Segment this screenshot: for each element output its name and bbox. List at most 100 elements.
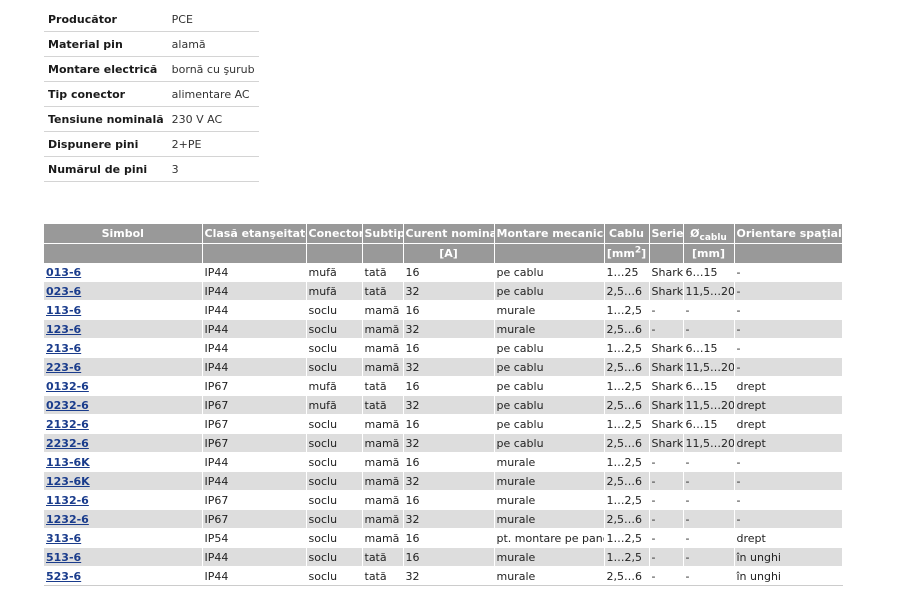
- product-link[interactable]: 1232-6: [46, 513, 89, 526]
- cell-orientation: drept: [734, 414, 842, 434]
- cell-series: -: [649, 490, 683, 510]
- table-row: 123-6 IP44 soclu mamă 32 murale 2,5…6- - -: [44, 319, 842, 339]
- product-link[interactable]: 0132-6: [46, 380, 89, 393]
- product-link[interactable]: 223-6: [46, 361, 81, 374]
- cell-mounting: pe cablu: [494, 433, 604, 453]
- product-link[interactable]: 523-6: [46, 570, 81, 583]
- product-link[interactable]: 123-6: [46, 323, 81, 336]
- product-link[interactable]: 013-6: [46, 266, 81, 279]
- cell-diameter: 11,5…20: [683, 433, 734, 453]
- cell-seal-class: IP44: [202, 566, 306, 586]
- cell-series: Shark: [649, 414, 683, 434]
- cell-subtype: tată: [362, 395, 403, 415]
- cell-seal-class: IP67: [202, 376, 306, 396]
- cell-diameter: -: [683, 452, 734, 472]
- spec-row: Montare electrică bornă cu şurub: [44, 56, 259, 82]
- cell-seal-class: IP44: [202, 357, 306, 377]
- cell-symbol: 113-6K: [44, 452, 202, 472]
- cell-subtype: mamă: [362, 528, 403, 548]
- cell-symbol: 113-6: [44, 300, 202, 320]
- cell-symbol: 1232-6: [44, 509, 202, 529]
- cell-symbol: 123-6: [44, 319, 202, 339]
- spec-row: Producător PCE: [44, 7, 259, 32]
- cell-symbol: 223-6: [44, 357, 202, 377]
- product-link[interactable]: 023-6: [46, 285, 81, 298]
- cell-seal-class: IP67: [202, 395, 306, 415]
- product-link[interactable]: 213-6: [46, 342, 81, 355]
- col-header-cable: Cablu: [604, 224, 650, 244]
- product-link[interactable]: 1132-6: [46, 494, 89, 507]
- col-header-seal-class: Clasă etanşeitate: [202, 224, 307, 244]
- cell-connector: soclu: [306, 490, 362, 510]
- cell-series: Shark: [649, 281, 683, 301]
- product-link[interactable]: 123-6K: [46, 475, 90, 488]
- units-row: [A] [mm2] [mm]: [44, 243, 843, 263]
- cell-cable: 1…2,5: [604, 376, 649, 396]
- header-row: Simbol Clasă etanşeitate Conector Subtip…: [44, 224, 843, 244]
- cell-subtype: mamă: [362, 433, 403, 453]
- product-link[interactable]: 0232-6: [46, 399, 89, 412]
- cell-connector: soclu: [306, 471, 362, 491]
- cell-orientation: drept: [734, 376, 842, 396]
- unit-cable-prefix: [mm: [606, 247, 635, 260]
- table-row: 2232-6 IP67 soclu mamă 32 pe cablu 2,5…6 Shark 1…: [44, 433, 842, 453]
- spec-row: Numărul de pini 3: [44, 156, 259, 182]
- cell-seal-class: IP44: [202, 300, 306, 320]
- specs-table: Producător PCE Material pin alamă Montare el…: [44, 7, 259, 182]
- cell-current: 32: [403, 281, 494, 301]
- cell-seal-class: IP67: [202, 433, 306, 453]
- product-link[interactable]: 113-6: [46, 304, 81, 317]
- cell-symbol: 523-6: [44, 566, 202, 586]
- cell-subtype: tată: [362, 566, 403, 586]
- cell-mounting: pe cablu: [494, 281, 604, 301]
- spec-label: Tip conector: [44, 81, 168, 107]
- unit-connector: [306, 243, 363, 263]
- cell-seal-class: IP44: [202, 547, 306, 567]
- cell-current: 16: [403, 376, 494, 396]
- cell-seal-class: IP54: [202, 528, 306, 548]
- cell-current: 16: [403, 414, 494, 434]
- unit-cable-suffix: ]: [641, 247, 647, 260]
- spec-value: alamă: [167, 31, 259, 57]
- cell-orientation: -: [734, 452, 842, 472]
- product-link[interactable]: 2132-6: [46, 418, 89, 431]
- cell-connector: mufă: [306, 263, 362, 282]
- unit-diameter: [mm]: [683, 243, 735, 263]
- cell-mounting: murale: [494, 509, 604, 529]
- product-link[interactable]: 313-6: [46, 532, 81, 545]
- cell-cable: 1…2,5: [604, 490, 649, 510]
- table-row: 213-6 IP44 soclu mamă 16 pe cablu 1…2,5 Shark 6……: [44, 338, 842, 358]
- cell-diameter: 6…15: [683, 414, 734, 434]
- unit-mounting: [494, 243, 605, 263]
- cell-symbol: 1132-6: [44, 490, 202, 510]
- cell-series: -: [649, 471, 683, 491]
- col-header-subtype: Subtip: [362, 224, 404, 244]
- cell-mounting: murale: [494, 300, 604, 320]
- cell-diameter: 11,5…20: [683, 357, 734, 377]
- col-header-orientation: Orientare spaţială: [734, 224, 843, 244]
- cell-series: -: [649, 452, 683, 472]
- cell-current: 32: [403, 357, 494, 377]
- spec-value: 230 V AC: [167, 106, 259, 132]
- cell-connector: mufă: [306, 281, 362, 301]
- cell-series: -: [649, 319, 683, 339]
- cell-current: 16: [403, 263, 494, 282]
- cell-diameter: -: [683, 319, 734, 339]
- cell-seal-class: IP44: [202, 281, 306, 301]
- spec-value: 3: [167, 156, 259, 182]
- product-link[interactable]: 113-6K: [46, 456, 90, 469]
- cell-mounting: pe cablu: [494, 263, 604, 282]
- cell-series: Shark: [649, 433, 683, 453]
- cell-cable: 1…2,5: [604, 414, 649, 434]
- products-table: Simbol Clasă etanşeitate Conector Subtip…: [44, 224, 843, 586]
- cell-mounting: murale: [494, 490, 604, 510]
- spec-row: Tensiune nominală 230 V AC: [44, 106, 259, 132]
- cell-mounting: murale: [494, 319, 604, 339]
- specs-body: Producător PCE Material pin alamă Montare el…: [44, 7, 259, 182]
- cell-symbol: 213-6: [44, 338, 202, 358]
- cell-subtype: mamă: [362, 490, 403, 510]
- cell-diameter: -: [683, 490, 734, 510]
- product-link[interactable]: 513-6: [46, 551, 81, 564]
- product-link[interactable]: 2232-6: [46, 437, 89, 450]
- cell-diameter: 6…15: [683, 263, 734, 282]
